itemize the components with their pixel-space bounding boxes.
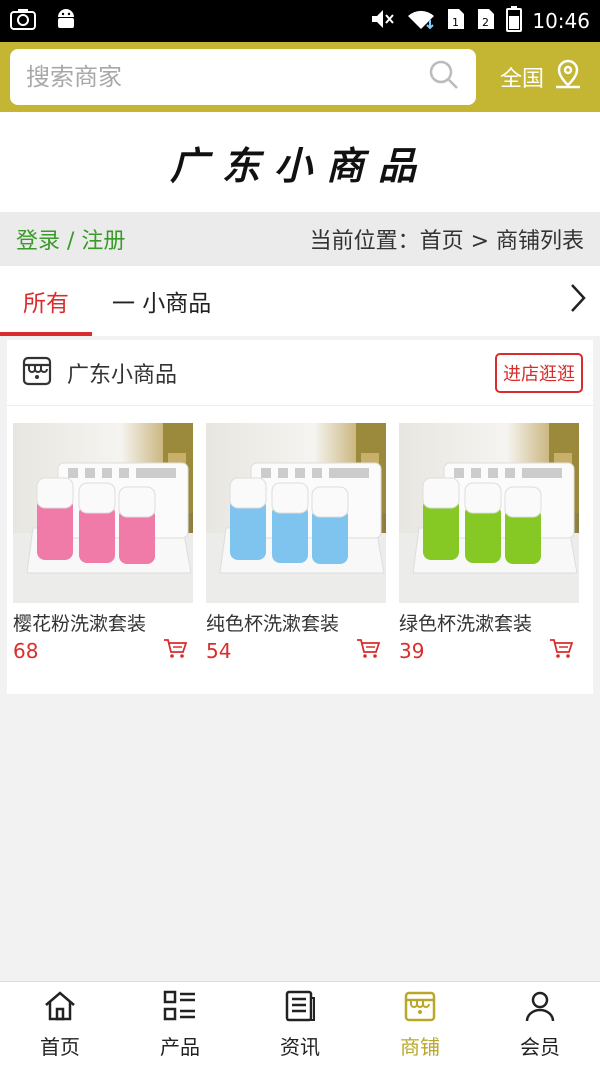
nav-item-4[interactable]: 会员 — [480, 982, 600, 1067]
product-image[interactable] — [206, 423, 386, 603]
region-label: 全国 — [499, 67, 544, 92]
cart-icon[interactable] — [356, 638, 381, 664]
product-price: 39 — [399, 639, 425, 663]
product-list: 樱花粉洗漱套装 68 纯色杯洗漱套装 54 绿色杯洗漱套装 39 — [7, 406, 593, 664]
clock: 10:46 — [532, 9, 590, 33]
product-name[interactable]: 纯色杯洗漱套装 — [206, 609, 386, 636]
nav-item-1[interactable]: 产品 — [120, 982, 240, 1067]
wifi-icon — [406, 8, 436, 35]
home-icon — [43, 990, 77, 1027]
tabs-more-button[interactable] — [568, 266, 600, 336]
nav-label: 商铺 — [400, 1034, 440, 1059]
store-header: 广东小商品 进店逛逛 — [7, 340, 593, 406]
cart-icon[interactable] — [549, 638, 574, 664]
nav-label: 首页 — [40, 1034, 80, 1059]
status-bar: 1 2 10:46 — [0, 0, 600, 42]
nav-item-0[interactable]: 首页 — [0, 982, 120, 1067]
screenshot-icon — [10, 8, 36, 34]
nav-label: 资讯 — [280, 1034, 320, 1059]
store-icon — [403, 990, 437, 1027]
breadcrumb: 当前位置：首页 > 商铺列表 — [309, 229, 584, 254]
visit-store-button[interactable]: 进店逛逛 — [495, 352, 583, 393]
product-price: 54 — [206, 639, 232, 663]
store-icon — [21, 355, 53, 391]
product-item[interactable]: 樱花粉洗漱套装 68 — [13, 423, 193, 664]
product-meta: 54 — [206, 638, 386, 664]
svg-text:2: 2 — [482, 16, 489, 29]
nav-item-2[interactable]: 资讯 — [240, 982, 360, 1067]
product-meta: 68 — [13, 638, 193, 664]
android-icon — [54, 7, 78, 35]
product-image[interactable] — [399, 423, 579, 603]
svg-text:1: 1 — [452, 16, 459, 29]
grid-list-icon — [163, 990, 197, 1027]
sim-2-icon: 2 — [476, 7, 496, 36]
mute-icon — [370, 8, 396, 35]
nav-item-3[interactable]: 商铺 — [360, 982, 480, 1067]
search-icon[interactable] — [428, 59, 460, 95]
product-image[interactable] — [13, 423, 193, 603]
chevron-right-icon — [568, 282, 588, 320]
product-item[interactable]: 纯色杯洗漱套装 54 — [206, 423, 386, 664]
region-selector[interactable]: 全国 — [500, 58, 590, 96]
product-meta: 39 — [399, 638, 579, 664]
news-icon — [283, 990, 317, 1027]
tab-all[interactable]: 所有 — [0, 266, 92, 336]
tab-small-goods[interactable]: 一 小商品 — [92, 266, 211, 336]
bottom-nav: 首页 产品 资讯 商铺 会员 — [0, 981, 600, 1067]
nav-label: 产品 — [160, 1034, 200, 1059]
category-tabs: 所有 一 小商品 — [0, 266, 600, 336]
top-header: 全国 — [0, 42, 600, 112]
brand-banner: 广东小商品 — [0, 112, 600, 212]
banner-title: 广东小商品 — [169, 142, 430, 188]
battery-icon — [506, 5, 523, 37]
login-register-link[interactable]: 登录 / 注册 — [16, 223, 125, 255]
product-price: 68 — [13, 639, 39, 663]
product-name[interactable]: 樱花粉洗漱套装 — [13, 609, 193, 636]
store-card: 广东小商品 进店逛逛 樱花粉洗漱套装 68 纯色杯洗漱套装 54 绿色杯洗漱套装 39 — [7, 340, 593, 694]
user-icon — [523, 990, 557, 1027]
sim-1-icon: 1 — [446, 7, 466, 36]
product-name[interactable]: 绿色杯洗漱套装 — [399, 609, 579, 636]
cart-icon[interactable] — [163, 638, 188, 664]
breadcrumb-bar: 登录 / 注册 当前位置：首页 > 商铺列表 — [0, 212, 600, 266]
store-name[interactable]: 广东小商品 — [67, 357, 177, 389]
nav-label: 会员 — [520, 1034, 560, 1059]
search-box[interactable] — [10, 49, 476, 105]
search-input[interactable] — [26, 63, 428, 91]
product-item[interactable]: 绿色杯洗漱套装 39 — [399, 423, 579, 664]
location-pin-icon — [552, 58, 584, 96]
